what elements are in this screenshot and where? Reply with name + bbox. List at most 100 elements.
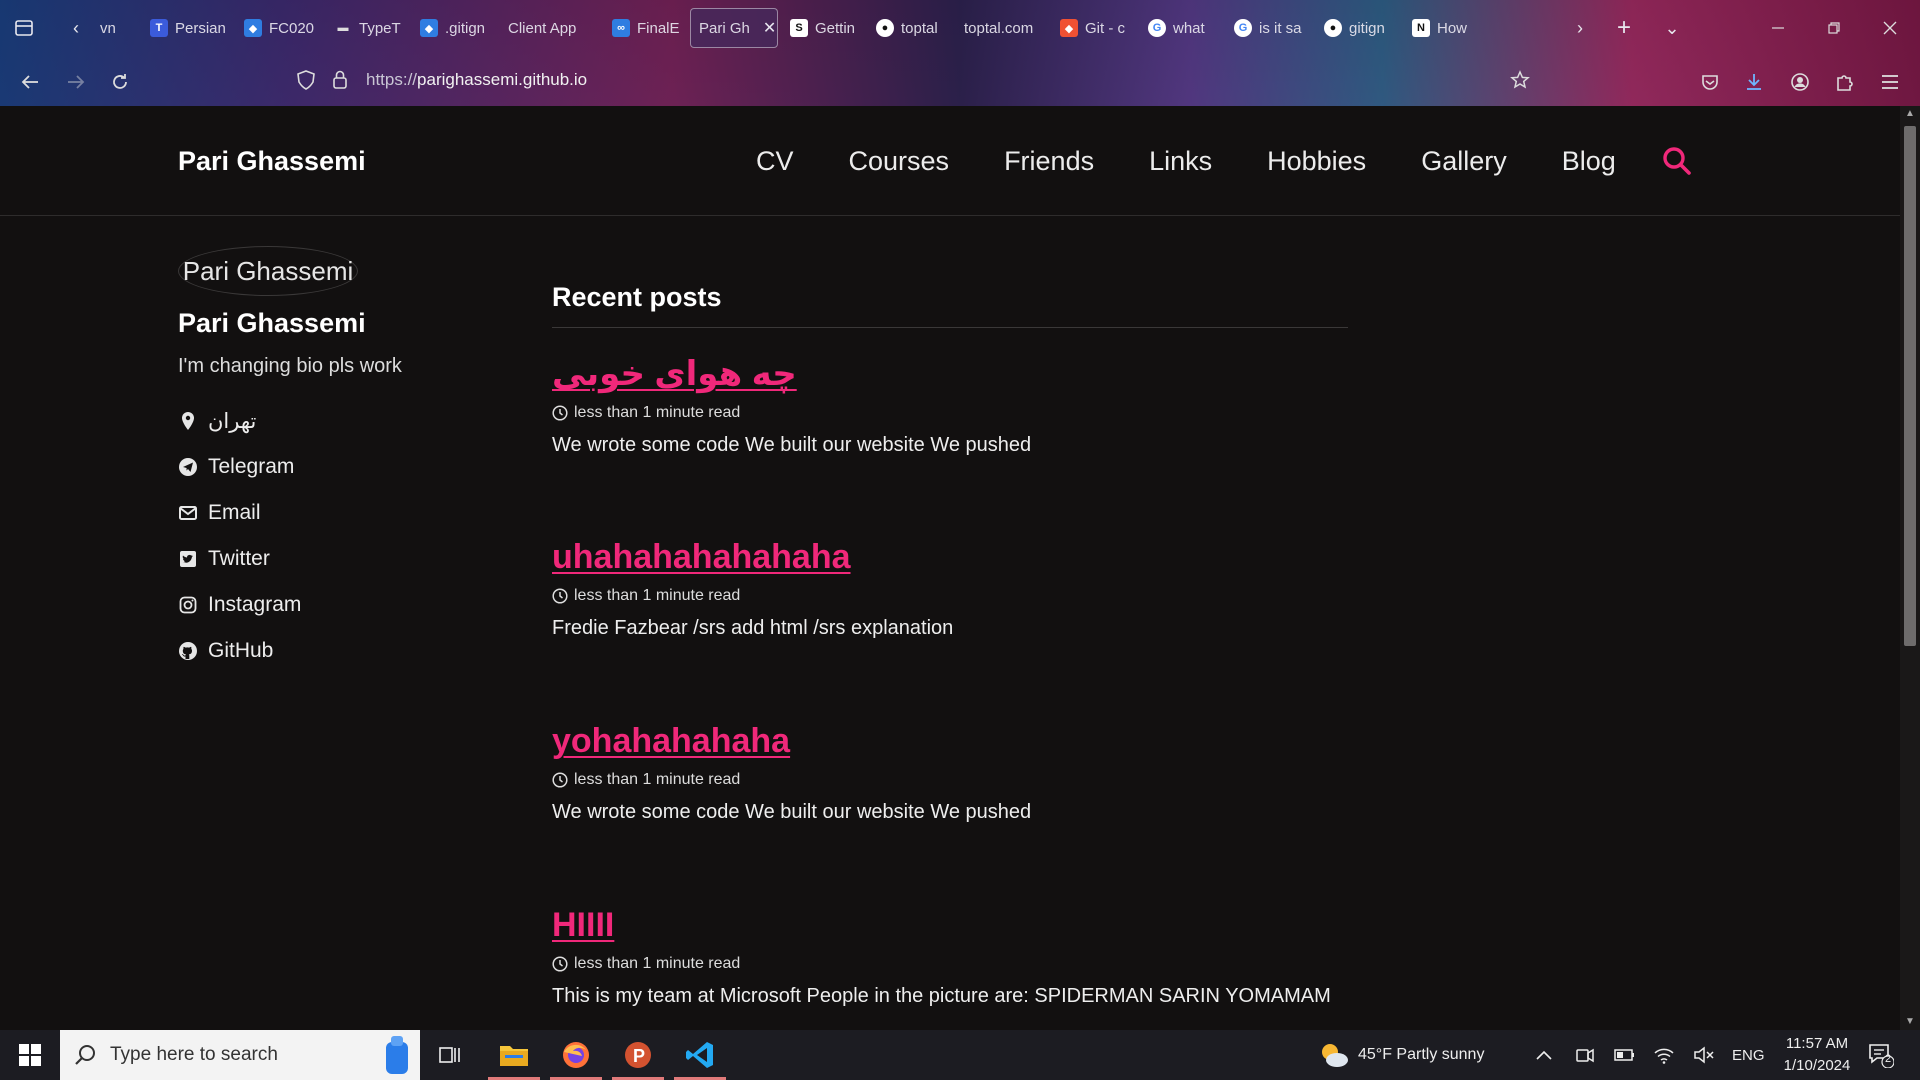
git-icon: ◆ — [1060, 19, 1078, 37]
page-scrollbar[interactable]: ▲ ▼ — [1900, 106, 1920, 1030]
reload-icon[interactable] — [104, 66, 136, 98]
author-link-github[interactable]: GitHub — [178, 628, 498, 674]
weather-widget[interactable]: 45°F Partly sunny — [1318, 1030, 1484, 1080]
back-icon[interactable] — [14, 66, 46, 98]
browser-tab[interactable]: ● toptal — [868, 8, 952, 48]
close-window-icon[interactable] — [1874, 12, 1906, 44]
browser-tab[interactable]: Client App — [500, 8, 600, 48]
close-tab-icon[interactable]: ✕ — [763, 18, 776, 38]
read-time: less than 1 minute read — [574, 771, 741, 788]
nav-link-gallery[interactable]: Gallery — [1421, 146, 1507, 177]
nav-link-cv[interactable]: CV — [756, 146, 794, 177]
post-title-link[interactable]: yohahahahaha — [552, 722, 790, 761]
powerpoint-icon[interactable]: P — [608, 1030, 668, 1080]
scroll-up-icon[interactable]: ▲ — [1904, 108, 1916, 120]
volume-muted-icon[interactable] — [1694, 1030, 1714, 1080]
browser-tab[interactable]: toptal.com — [956, 8, 1048, 48]
nav-link-friends[interactable]: Friends — [1004, 146, 1094, 177]
battery-icon[interactable] — [1614, 1030, 1636, 1080]
post-meta: less than 1 minute read — [552, 955, 1348, 973]
restore-icon[interactable] — [1818, 12, 1850, 44]
clock[interactable]: 11:57 AM 1/10/2024 — [1772, 1030, 1862, 1080]
browser-tab[interactable]: ∞ FinalE — [604, 8, 686, 48]
author-link-email[interactable]: Email — [178, 490, 498, 536]
post-excerpt: Fredie Fazbear /srs add html /srs explan… — [552, 617, 954, 639]
azure-icon: ◆ — [420, 19, 438, 37]
svg-text:P: P — [633, 1046, 645, 1066]
account-icon[interactable] — [1784, 66, 1816, 98]
browser-tab[interactable]: N How — [1404, 8, 1500, 48]
scroll-tabs-right-icon[interactable]: › — [1564, 12, 1596, 44]
vscode-icon[interactable] — [670, 1030, 730, 1080]
address-bar[interactable]: https://parighassemi.github.io — [290, 62, 1530, 100]
page-icon: ▬ — [337, 22, 349, 34]
twitter-label[interactable]: Twitter — [208, 547, 270, 571]
tab-title: How — [1437, 19, 1468, 37]
author-link-instagram[interactable]: Instagram — [178, 582, 498, 628]
taskbar-search-icon — [75, 1045, 95, 1065]
telegram-label[interactable]: Telegram — [208, 455, 294, 479]
browser-tab[interactable]: ● gitign — [1316, 8, 1400, 48]
recent-posts-heading: Recent posts — [552, 282, 1348, 328]
firefox-icon[interactable] — [546, 1030, 606, 1080]
tracking-shield-icon[interactable] — [290, 64, 322, 96]
notification-center-icon[interactable]: 2 — [1868, 1030, 1894, 1080]
url-text[interactable]: https://parighassemi.github.io — [366, 70, 587, 90]
taskbar-search-box[interactable]: Type here to search — [60, 1030, 420, 1080]
author-link-telegram[interactable]: Telegram — [178, 444, 498, 490]
menu-hamburger-icon[interactable] — [1874, 66, 1906, 98]
pocket-icon[interactable] — [1694, 66, 1726, 98]
browser-tab[interactable]: ▬ TypeT — [326, 8, 408, 48]
tab-title: is it sa — [1259, 19, 1302, 37]
browser-tab[interactable]: ◆ .gitign — [412, 8, 496, 48]
browser-tab[interactable]: vn — [92, 8, 138, 48]
clock-time: 11:57 AM — [1785, 1035, 1849, 1052]
clock-date: 1/10/2024 — [1783, 1057, 1851, 1074]
new-tab-icon[interactable]: + — [1608, 12, 1640, 44]
nav-link-courses[interactable]: Courses — [849, 146, 950, 177]
instagram-icon — [179, 596, 197, 614]
post-title-link[interactable]: uhahahahahahaha — [552, 538, 851, 577]
site-search-icon[interactable] — [1662, 146, 1692, 176]
input-language[interactable]: ENG — [1732, 1030, 1765, 1080]
instagram-label[interactable]: Instagram — [208, 593, 301, 617]
bookmark-star-icon[interactable] — [1504, 64, 1536, 96]
post-title-link[interactable]: چه هوای خوبی — [552, 354, 797, 394]
wifi-icon[interactable] — [1654, 1030, 1674, 1080]
lock-icon[interactable] — [324, 64, 356, 96]
post-excerpt: We wrote some code We built our website … — [552, 801, 1032, 823]
browser-tab[interactable]: Gis it sa — [1226, 8, 1312, 48]
nav-link-links[interactable]: Links — [1149, 146, 1212, 177]
forward-icon[interactable] — [60, 66, 92, 98]
windows-start-icon[interactable] — [12, 1039, 48, 1071]
github-label[interactable]: GitHub — [208, 639, 273, 663]
browser-tab[interactable]: ◆ FC020 — [236, 8, 322, 48]
browser-tab[interactable]: S Gettin — [782, 8, 864, 48]
list-tabs-icon[interactable]: ⌄ — [1656, 12, 1688, 44]
azure-icon: ◆ — [244, 19, 262, 37]
site-title-link[interactable]: Pari Ghassemi — [178, 146, 366, 177]
show-hidden-icons-icon[interactable] — [1536, 1030, 1552, 1080]
firefox-view-icon[interactable] — [8, 12, 40, 44]
browser-tab[interactable]: Pari Gh ✕ — [690, 8, 778, 48]
email-label[interactable]: Email — [208, 501, 261, 525]
tab-title: toptal.com — [964, 19, 1034, 37]
author-link-twitter[interactable]: Twitter — [178, 536, 498, 582]
site-navigation: CV Courses Friends Links Hobbies Gallery… — [756, 146, 1616, 177]
scroll-down-icon[interactable]: ▼ — [1904, 1016, 1916, 1028]
twitter-icon — [180, 551, 196, 567]
post-title-link[interactable]: HIIII — [552, 906, 614, 945]
task-view-icon[interactable] — [420, 1030, 480, 1080]
scrollbar-thumb[interactable] — [1904, 126, 1916, 646]
browser-tab[interactable]: Gwhat — [1140, 8, 1222, 48]
file-explorer-icon[interactable] — [484, 1030, 544, 1080]
nav-link-blog[interactable]: Blog — [1562, 146, 1616, 177]
minimize-icon[interactable] — [1762, 12, 1794, 44]
browser-tab[interactable]: T Persian — [142, 8, 232, 48]
browser-tab[interactable]: ◆ Git - c — [1052, 8, 1136, 48]
scroll-tabs-left-icon[interactable]: ‹ — [60, 12, 92, 44]
extensions-icon[interactable] — [1828, 66, 1860, 98]
downloads-icon[interactable] — [1738, 66, 1770, 98]
meet-now-icon[interactable] — [1576, 1030, 1594, 1080]
nav-link-hobbies[interactable]: Hobbies — [1267, 146, 1366, 177]
